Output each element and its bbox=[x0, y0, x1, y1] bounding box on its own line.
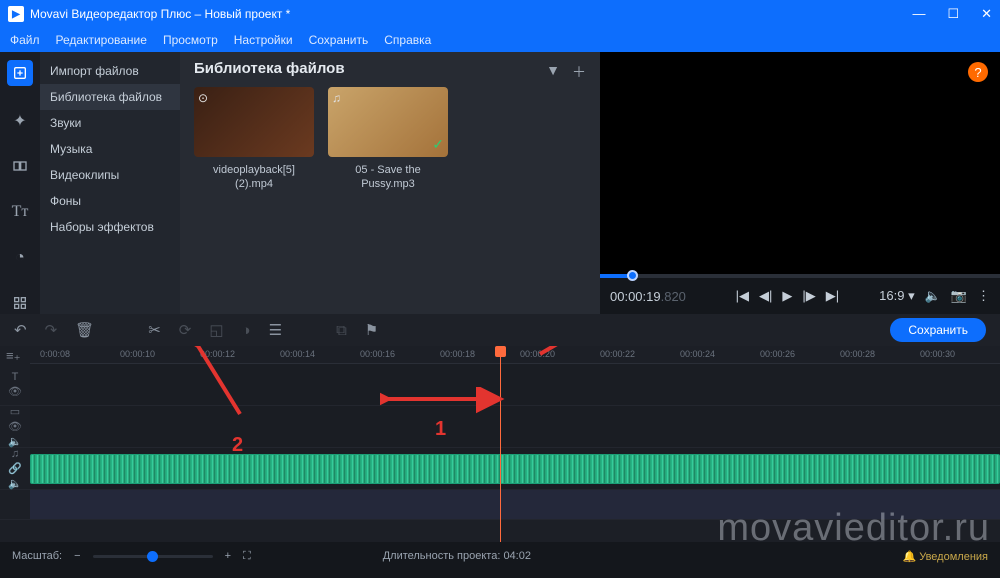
menu-bar: Файл Редактирование Просмотр Настройки С… bbox=[0, 28, 1000, 52]
menu-file[interactable]: Файл bbox=[10, 33, 40, 47]
track-mute-icon[interactable]: 🔈 bbox=[8, 477, 22, 490]
clip-props-icon[interactable]: ☰ bbox=[269, 321, 282, 339]
track-visibility-icon[interactable]: 👁 bbox=[8, 420, 22, 433]
subnav-backgrounds[interactable]: Фоны bbox=[40, 188, 180, 214]
record-icon[interactable]: ⧉ bbox=[336, 322, 347, 339]
save-button[interactable]: Сохранить bbox=[890, 318, 986, 342]
prev-clip-icon[interactable]: |◀ bbox=[736, 288, 749, 304]
zoom-in-icon[interactable]: + bbox=[225, 550, 231, 562]
zoom-label: Масштаб: bbox=[12, 550, 62, 562]
aspect-ratio[interactable]: 16:9 ▾ bbox=[879, 288, 914, 304]
timecode: 00:00:19.820 bbox=[610, 289, 686, 304]
maximize-button[interactable]: ☐ bbox=[947, 6, 959, 22]
subnav-effects[interactable]: Наборы эффектов bbox=[40, 214, 180, 240]
library-panel: Библиотека файлов ▼ ＋ ⊙ videoplayback[5]… bbox=[180, 52, 600, 314]
tool-column: ✦ Tт ◔ bbox=[0, 52, 40, 314]
subnav-sounds[interactable]: Звуки bbox=[40, 110, 180, 136]
preview-more-icon[interactable]: ⋮ bbox=[977, 288, 990, 304]
fit-icon[interactable]: ⛶ bbox=[243, 550, 251, 563]
prev-frame-icon[interactable]: ◀| bbox=[759, 288, 772, 304]
track-mute-icon[interactable]: 🔈 bbox=[8, 435, 22, 448]
subnav-videoclips[interactable]: Видеоклипы bbox=[40, 162, 180, 188]
crop-icon[interactable]: ◱ bbox=[209, 321, 223, 339]
volume-icon[interactable]: 🔈 bbox=[925, 288, 941, 304]
color-icon[interactable]: ◑ bbox=[242, 322, 251, 339]
zoom-slider[interactable] bbox=[93, 555, 213, 558]
next-clip-icon[interactable]: ▶| bbox=[826, 288, 839, 304]
titles-icon[interactable]: Tт bbox=[9, 201, 31, 223]
help-icon[interactable]: ? bbox=[968, 62, 988, 82]
filters-icon[interactable]: ✦ bbox=[9, 110, 31, 132]
timeline-toolbar: ↶ ↷ 🗑 ✂ ⟳ ◱ ◑ ☰ ⧉ ⚑ Сохранить bbox=[0, 314, 1000, 346]
timeline: ≡₊ 0:00:08 00:00:10 00:00:12 00:00:14 00… bbox=[0, 346, 1000, 542]
project-duration: Длительность проекта: 04:02 bbox=[383, 550, 531, 562]
next-frame-icon[interactable]: |▶ bbox=[802, 288, 815, 304]
audio-badge-icon: ♫ bbox=[332, 91, 341, 105]
track-type-video-icon: ▭ bbox=[10, 405, 20, 418]
preview-scrubber[interactable] bbox=[600, 274, 1000, 278]
import-subnav: Импорт файлов Библиотека файлов Звуки Му… bbox=[40, 52, 180, 314]
snapshot-icon[interactable]: 📷 bbox=[951, 288, 967, 304]
play-icon[interactable]: ▶ bbox=[782, 288, 792, 304]
subnav-import[interactable]: Импорт файлов bbox=[40, 58, 180, 84]
audio-clip[interactable] bbox=[30, 454, 1000, 484]
play-badge-icon: ⊙ bbox=[198, 91, 208, 105]
menu-edit[interactable]: Редактирование bbox=[56, 33, 147, 47]
track-link-icon[interactable]: 🔗 bbox=[8, 462, 22, 475]
track-visibility-icon[interactable]: 👁 bbox=[8, 385, 22, 398]
close-button[interactable]: ✕ bbox=[981, 6, 992, 22]
zoom-out-icon[interactable]: − bbox=[74, 550, 80, 562]
app-logo: ▶ bbox=[8, 6, 24, 22]
more-tools-icon[interactable] bbox=[9, 292, 31, 314]
check-icon: ✓ bbox=[432, 136, 444, 153]
library-item-caption: videoplayback[5] (2).mp4 bbox=[194, 163, 314, 192]
delete-icon[interactable]: 🗑 bbox=[75, 321, 94, 339]
split-icon[interactable]: ✂ bbox=[148, 321, 161, 339]
transitions-icon[interactable] bbox=[9, 155, 31, 177]
redo-icon[interactable]: ↷ bbox=[45, 321, 58, 339]
library-item[interactable]: ♫ ✓ 05 - Save the Pussy.mp3 bbox=[328, 87, 448, 192]
track-type-text-icon: T bbox=[12, 371, 19, 383]
marker-icon[interactable]: ⚑ bbox=[365, 321, 378, 339]
filter-icon[interactable]: ▼ bbox=[546, 62, 560, 82]
library-item[interactable]: ⊙ videoplayback[5] (2).mp4 bbox=[194, 87, 314, 192]
library-item-caption: 05 - Save the Pussy.mp3 bbox=[328, 163, 448, 192]
stickers-icon[interactable]: ◔ bbox=[9, 247, 31, 269]
subnav-music[interactable]: Музыка bbox=[40, 136, 180, 162]
add-file-icon[interactable]: ＋ bbox=[572, 62, 586, 82]
time-ruler[interactable]: 0:00:08 00:00:10 00:00:12 00:00:14 00:00… bbox=[30, 346, 1000, 364]
menu-view[interactable]: Просмотр bbox=[163, 33, 218, 47]
window-title: Movavi Видеоредактор Плюс – Новый проект… bbox=[30, 7, 290, 21]
undo-icon[interactable]: ↶ bbox=[14, 321, 27, 339]
playhead[interactable] bbox=[500, 346, 501, 542]
library-title: Библиотека файлов bbox=[194, 60, 586, 77]
status-bar: Масштаб: − + ⛶ Длительность проекта: 04:… bbox=[0, 542, 1000, 570]
import-icon[interactable] bbox=[7, 60, 33, 86]
menu-save[interactable]: Сохранить bbox=[309, 33, 369, 47]
menu-settings[interactable]: Настройки bbox=[234, 33, 293, 47]
preview-panel: ? 00:00:19.820 |◀ ◀| ▶ |▶ ▶| 16:9 ▾ 🔈 📷 … bbox=[600, 52, 1000, 314]
preview-screen[interactable] bbox=[600, 52, 1000, 274]
track-type-audio-icon: ♫ bbox=[11, 448, 19, 460]
rotate-icon[interactable]: ⟳ bbox=[179, 321, 192, 339]
add-track-icon[interactable]: ≡₊ bbox=[6, 348, 20, 364]
minimize-button[interactable]: — bbox=[912, 6, 925, 22]
scrubber-knob[interactable] bbox=[627, 270, 638, 281]
subnav-library[interactable]: Библиотека файлов bbox=[40, 84, 180, 110]
notifications-button[interactable]: 🔔 Уведомления bbox=[902, 550, 988, 563]
menu-help[interactable]: Справка bbox=[384, 33, 431, 47]
